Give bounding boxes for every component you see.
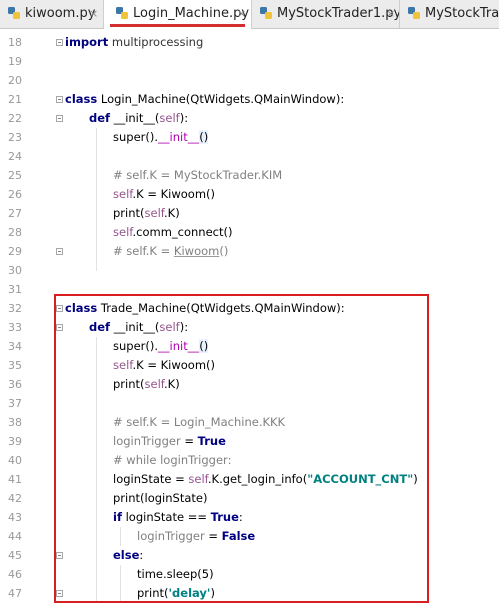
line-number: 35 [8, 359, 22, 372]
code-line: 19 [0, 52, 499, 71]
code-line: 30 [0, 261, 499, 280]
code-line: 23 super().__init__() [0, 128, 499, 147]
code-line: 21 class Login_Machine(QtWidgets.QMainWi… [0, 90, 499, 109]
code-text: def __init__(self): [89, 111, 189, 125]
code-text: import multiprocessing [65, 35, 204, 49]
code-line: 29 # self.K = Kiwoom() [0, 242, 499, 261]
tab-login-machine[interactable]: Login_Machine.py × [104, 0, 252, 29]
line-number: 21 [8, 93, 22, 106]
code-line: 25 # self.K = MyStockTrader.KIM [0, 166, 499, 185]
line-number: 24 [8, 150, 22, 163]
code-text: self.comm_connect() [113, 225, 233, 239]
line-number: 41 [8, 473, 22, 486]
code-text: super().__init__() [113, 130, 209, 144]
line-number: 45 [8, 549, 22, 562]
python-file-icon [116, 7, 128, 19]
line-number: 20 [8, 74, 22, 87]
code-text: class Login_Machine(QtWidgets.QMainWindo… [65, 92, 345, 106]
line-number: 30 [8, 264, 22, 277]
line-number: 19 [8, 55, 22, 68]
code-line: 22 def __init__(self): [0, 109, 499, 128]
python-file-icon [260, 7, 272, 19]
tab-label: MyStockTrader.py [425, 6, 499, 21]
close-tab-icon[interactable]: × [386, 7, 395, 20]
line-number: 23 [8, 131, 22, 144]
code-line: 24 [0, 147, 499, 166]
code-comment: # self.K = Kiwoom() [113, 244, 229, 258]
line-number: 29 [8, 245, 22, 258]
line-number: 44 [8, 530, 22, 543]
close-tab-icon[interactable]: × [237, 7, 246, 20]
code-line: 18 import multiprocessing [0, 33, 499, 52]
line-number: 28 [8, 226, 22, 239]
code-text: print(self.K) [113, 206, 180, 220]
line-number: 38 [8, 416, 22, 429]
line-number: 32 [8, 302, 22, 315]
line-number: 40 [8, 454, 22, 467]
tab-label: MyStockTrader1.py [277, 6, 400, 21]
editor-tab-bar: kiwoom.py × Login_Machine.py × MyStockTr… [0, 0, 499, 29]
line-number: 27 [8, 207, 22, 220]
line-number: 42 [8, 492, 22, 505]
code-line: 27 print(self.K) [0, 204, 499, 223]
code-line: 26 self.K = Kiwoom() [0, 185, 499, 204]
line-number: 18 [8, 36, 22, 49]
line-number: 39 [8, 435, 22, 448]
line-number: 47 [8, 587, 22, 600]
line-number: 37 [8, 397, 22, 410]
code-text: self.K = Kiwoom() [113, 187, 216, 201]
line-number: 34 [8, 340, 22, 353]
tab-label: Login_Machine.py [133, 6, 250, 21]
line-number: 36 [8, 378, 22, 391]
line-number: 22 [8, 112, 22, 125]
line-number: 26 [8, 188, 22, 201]
close-tab-icon[interactable]: × [89, 7, 98, 20]
code-line: 20 [0, 71, 499, 90]
code-line: 28 self.comm_connect() [0, 223, 499, 242]
line-number: 31 [8, 283, 22, 296]
code-comment: # self.K = MyStockTrader.KIM [113, 168, 283, 182]
tab-mystocktrader1[interactable]: MyStockTrader1.py × [252, 0, 400, 28]
python-file-icon [408, 7, 420, 19]
line-number: 46 [8, 568, 22, 581]
python-file-icon [8, 7, 20, 19]
line-number: 25 [8, 169, 22, 182]
highlight-annotation-box [54, 294, 429, 603]
tab-mystocktrader[interactable]: MyStockTrader.py [400, 0, 499, 28]
line-number: 43 [8, 511, 22, 524]
line-number: 33 [8, 321, 22, 334]
tab-kiwoom[interactable]: kiwoom.py × [0, 0, 104, 28]
tab-label: kiwoom.py [25, 6, 96, 21]
